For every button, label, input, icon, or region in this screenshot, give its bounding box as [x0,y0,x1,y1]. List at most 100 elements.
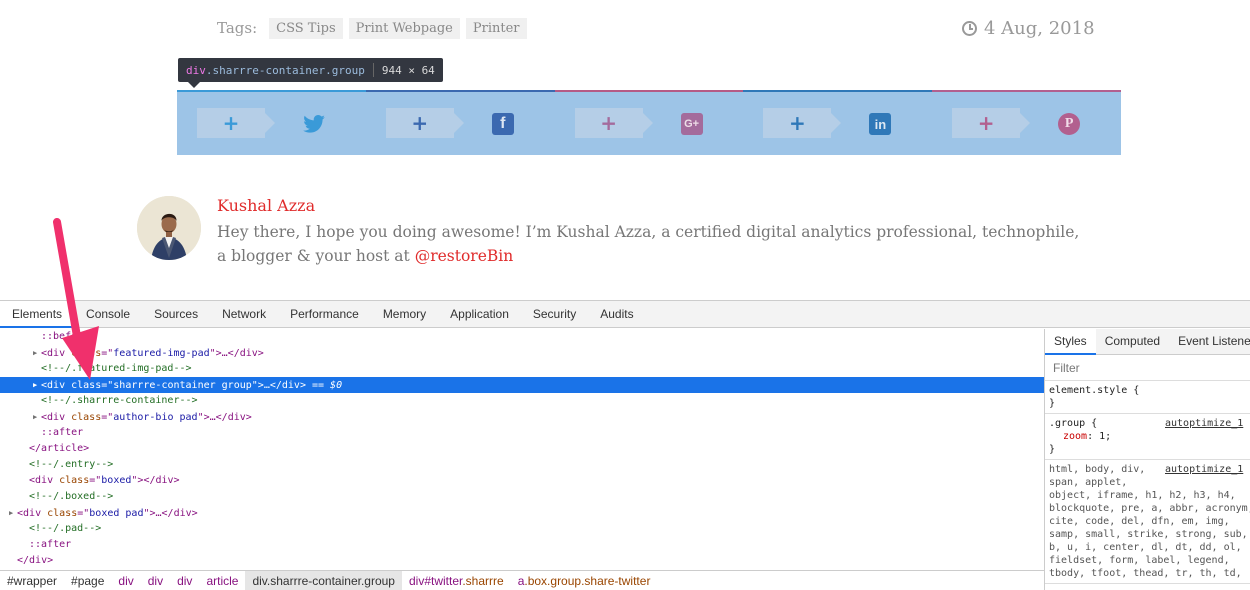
expand-triangle-icon[interactable]: ▶ [33,409,41,425]
tooltip-classes: .sharrre-container.group [205,63,365,77]
styles-tabbar: StylesComputedEvent Listeners [1045,329,1250,355]
pinterest-icon[interactable]: P [1058,113,1081,135]
devtools-tab-memory[interactable]: Memory [371,301,438,327]
dom-node[interactable]: <!--/.featured-img-pad--> [0,361,1044,377]
breadcrumb-item[interactable]: a.box.group.share-twitter [511,571,658,590]
group-rule[interactable]: .group { autoptimize_1 zoom: 1; } [1045,414,1250,460]
dom-node[interactable]: ::after [0,425,1044,441]
dom-node[interactable]: </article> [0,441,1044,457]
google-plus-icon[interactable]: G+ [680,113,703,135]
breadcrumb-item[interactable]: div [170,571,199,590]
author-bio-text: Hey there, I hope you doing awesome! I’m… [217,220,1087,268]
share-count[interactable]: + [385,108,464,138]
dom-node[interactable]: ▶ <div class="author-bio pad">…</div> [0,409,1044,425]
author-handle-link[interactable]: @restoreBin [415,247,514,265]
devtools-tab-elements[interactable]: Elements [0,301,75,328]
dom-attr-name: class [59,475,90,486]
dom-attr-value: featured-img-pad [113,348,210,359]
devtools-tab-application[interactable]: Application [438,301,521,327]
expand-triangle-icon[interactable]: ▶ [33,377,41,393]
element-style-rule[interactable]: element.style { } [1045,381,1250,414]
dom-tag: div [35,475,54,486]
css-value[interactable]: 1; [1099,431,1111,442]
dom-pseudo: ::after [41,427,84,438]
breadcrumb-item[interactable]: div [111,571,140,590]
dom-close: </article> [29,443,90,454]
breadcrumb-item[interactable]: div [141,571,170,590]
styles-pane: StylesComputedEvent Listeners Filter ele… [1044,329,1250,590]
devtools-tab-sources[interactable]: Sources [142,301,210,327]
breadcrumb-item[interactable]: article [199,571,245,590]
share-button-pinterest[interactable]: + P [932,92,1121,154]
author-name[interactable]: Kushal Azza [217,196,315,215]
webpage-area: Tags: CSS Tips Print Webpage Printer 4 A… [0,0,1250,300]
element-style-selector: element.style { [1049,385,1140,396]
dom-node[interactable]: ▶ <div class="featured-img-pad">…</div> [0,345,1044,361]
facebook-icon[interactable]: f [491,113,514,135]
dom-node[interactable]: ▶ <div class="boxed pad">…</div> [0,505,1044,521]
reset-rule-source-link[interactable]: autoptimize_1 [1165,463,1243,476]
dom-node[interactable]: <!--/.sharrre-container--> [0,393,1044,409]
dom-node[interactable]: <!--/.boxed--> [0,489,1044,505]
reset-rule-selector-line: blockquote, pre, a, abbr, acronym, [1049,503,1250,514]
reset-rule-selector-line: span, applet, [1049,477,1128,488]
share-count[interactable]: + [763,108,842,138]
tag-link[interactable]: Printer [465,17,527,39]
styles-filter-input[interactable]: Filter [1045,355,1250,381]
expand-triangle-icon[interactable]: ▶ [33,345,41,361]
tag-link[interactable]: Print Webpage [348,17,460,39]
reset-rule-selector-line: object, iframe, h1, h2, h3, h4, [1049,490,1236,501]
styles-tab-computed[interactable]: Computed [1096,329,1169,354]
share-button-facebook[interactable]: + f [366,92,555,154]
expand-triangle-icon[interactable]: ▶ [9,505,17,521]
dom-tree: ::before ▶ <div class="featured-img-pad">…… [0,329,1044,569]
breadcrumb-item[interactable]: #page [64,571,111,590]
group-rule-source-link[interactable]: autoptimize_1 [1165,417,1243,430]
dom-node[interactable]: </div> [0,553,1044,569]
dom-node[interactable]: <!--/.entry--> [0,457,1044,473]
devtools-tab-console[interactable]: Console [74,301,142,327]
author-bio-body: Hey there, I hope you doing awesome! I’m… [217,223,1080,265]
reset-rule-selector-line: tbody, tfoot, thead, tr, th, td, [1049,568,1242,579]
dom-attr-value: sharrre-container group [113,380,252,391]
share-count[interactable]: + [574,108,653,138]
breadcrumb-item[interactable]: div#twitter.sharrre [402,571,511,590]
twitter-icon[interactable] [303,113,325,135]
breadcrumb-item[interactable]: div.sharrre-container.group [245,571,402,590]
dom-node[interactable]: ▶ <div class="sharrre-container group">…<… [0,377,1044,393]
dom-tag-rest: >…</div> [149,508,198,519]
share-count[interactable]: + [197,108,275,138]
dom-tag-rest: >…</div> [203,412,252,423]
styles-tab-event-listeners[interactable]: Event Listeners [1169,329,1250,354]
devtools-tab-audits[interactable]: Audits [588,301,645,327]
share-button-google-plus[interactable]: + G+ [555,92,744,154]
dom-node[interactable]: ::before [0,329,1044,345]
share-button-linkedin[interactable]: + in [743,92,932,154]
reset-rule-selector-line: fieldset, form, label, legend, [1049,555,1230,566]
linkedin-icon[interactable]: in [869,113,892,135]
dom-node[interactable]: <div class="boxed"></div> [0,473,1044,489]
tags-label: Tags: [217,19,258,37]
devtools-tab-performance[interactable]: Performance [278,301,371,327]
dom-node[interactable]: ::after [0,537,1044,553]
tag-link[interactable]: CSS Tips [269,17,343,39]
share-button-twitter[interactable]: + [177,92,366,154]
dom-comment: <!--/.featured-img-pad--> [41,363,192,374]
dom-attr-name: class [47,508,78,519]
styles-tab-styles[interactable]: Styles [1045,329,1096,355]
reset-rule-selector-line: b, u, i, center, dl, dt, dd, ol, [1049,542,1242,553]
reset-rule[interactable]: autoptimize_1 html, body, div, span, appl… [1045,460,1250,584]
dom-attr-name: class [71,412,102,423]
devtools-tab-network[interactable]: Network [210,301,278,327]
share-count[interactable]: + [952,108,1031,138]
dom-node[interactable]: <!--/.pad--> [0,521,1044,537]
dom-attr-name: class [71,348,102,359]
dom-tag-rest: >…</div> [257,380,306,391]
devtools-tab-security[interactable]: Security [521,301,588,327]
dom-comment: <!--/.pad--> [29,523,102,534]
css-prop[interactable]: zoom [1063,431,1087,442]
dom-pseudo: ::after [29,539,72,550]
dom-attr-value: boxed pad [89,508,144,519]
rule-close: } [1049,398,1056,409]
breadcrumb-item[interactable]: #wrapper [0,571,64,590]
